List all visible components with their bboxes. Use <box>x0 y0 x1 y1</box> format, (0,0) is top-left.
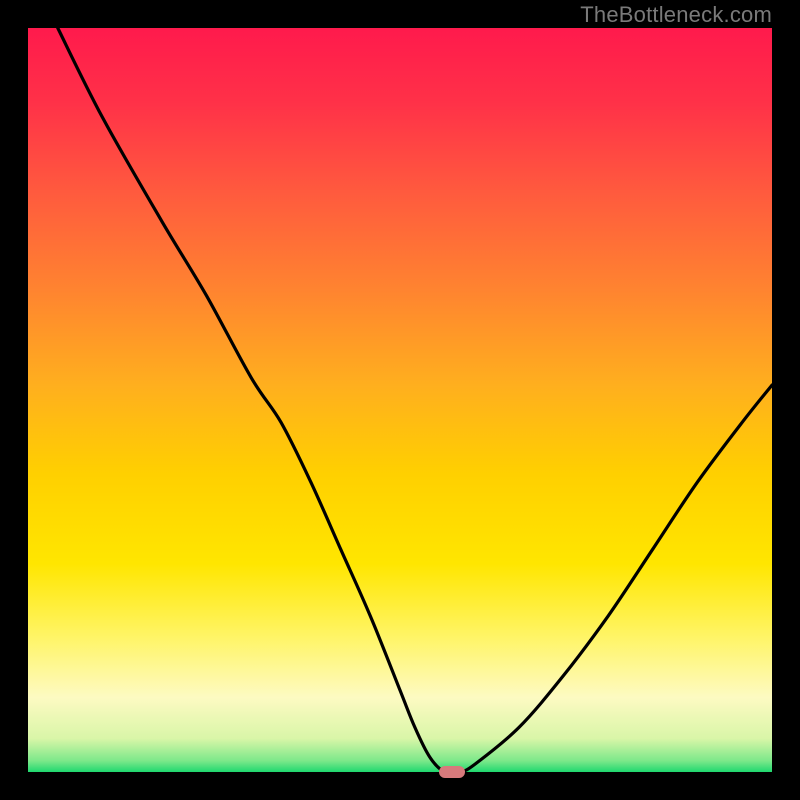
watermark-text: TheBottleneck.com <box>580 2 772 28</box>
chart-frame: TheBottleneck.com <box>0 0 800 800</box>
bottleneck-curve <box>0 0 800 800</box>
optimal-marker <box>439 766 466 778</box>
